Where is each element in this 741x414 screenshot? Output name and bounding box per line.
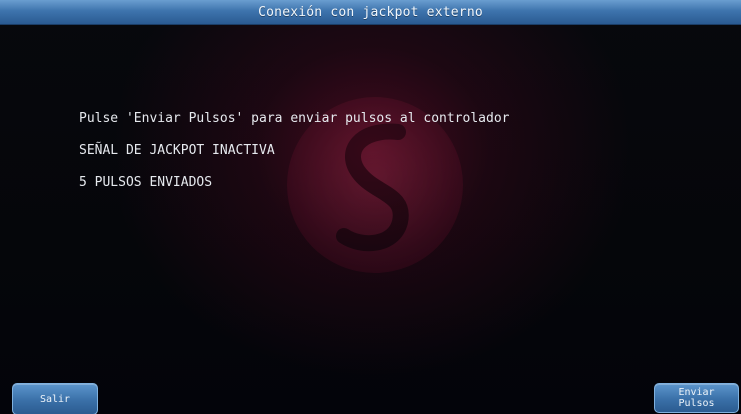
jackpot-connection-screen: Conexión con jackpot externo Pulse 'Envi…: [0, 0, 741, 414]
jackpot-signal-status: SEÑAL DE JACKPOT INACTIVA: [79, 143, 275, 158]
send-pulses-label-line1: Enviar: [678, 387, 715, 398]
exit-button-label: Salir: [39, 393, 71, 405]
instruction-text: Pulse 'Enviar Pulsos' para enviar pulsos…: [79, 111, 510, 126]
send-pulses-label-line2: Pulsos: [678, 398, 715, 409]
window-title: Conexión con jackpot externo: [258, 4, 483, 20]
send-pulses-button[interactable]: Enviar Pulsos: [654, 383, 739, 413]
pulses-sent-count: 5 PULSOS ENVIADOS: [79, 175, 213, 190]
exit-button[interactable]: Salir: [12, 383, 98, 414]
title-bar: Conexión con jackpot externo: [0, 0, 741, 25]
